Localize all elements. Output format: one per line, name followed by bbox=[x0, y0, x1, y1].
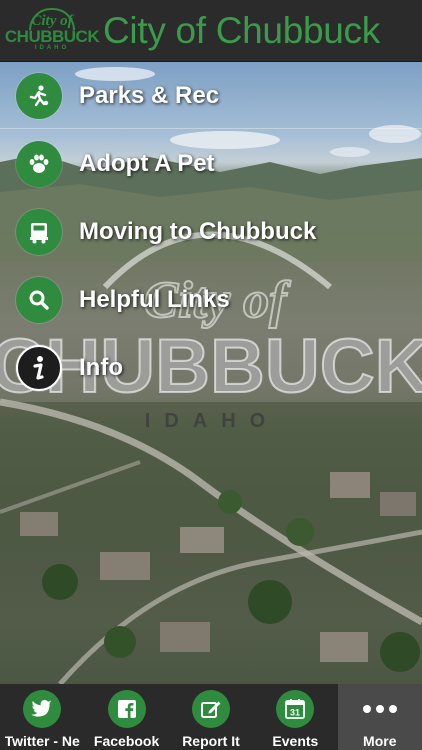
bottom-tab-bar: Twitter - Ne Facebook Report It 31 Event… bbox=[0, 684, 422, 750]
page-title: City of Chubbuck bbox=[103, 9, 380, 51]
menu-item-helpful-links[interactable]: Helpful Links bbox=[0, 266, 422, 334]
logo-sub-text: IDAHO bbox=[34, 44, 70, 51]
facebook-icon bbox=[107, 690, 146, 728]
main-menu: Parks & Rec Adopt A Pet Moving to Chubbu… bbox=[0, 62, 422, 402]
paw-icon bbox=[16, 141, 62, 187]
menu-item-moving-to-chubbuck[interactable]: Moving to Chubbuck bbox=[0, 198, 422, 266]
running-person-icon bbox=[16, 73, 62, 119]
watermark-sub-text: IDAHO bbox=[145, 410, 279, 432]
tab-label-more: More bbox=[363, 733, 397, 749]
menu-label-helpful-links: Helpful Links bbox=[79, 286, 230, 313]
city-logo: City of CHUBBUCK IDAHO bbox=[5, 6, 100, 56]
tab-label-twitter: Twitter - Ne bbox=[4, 733, 80, 749]
menu-label-moving-to-chubbuck: Moving to Chubbuck bbox=[79, 218, 317, 245]
menu-label-parks-rec: Parks & Rec bbox=[79, 82, 220, 109]
logo-main-text: CHUBBUCK bbox=[4, 26, 100, 46]
menu-item-adopt-a-pet[interactable]: Adopt A Pet bbox=[0, 130, 422, 198]
calendar-day: 31 bbox=[290, 708, 300, 718]
menu-label-info: Info bbox=[79, 354, 123, 381]
tab-facebook[interactable]: Facebook bbox=[84, 684, 168, 750]
info-icon bbox=[16, 345, 62, 391]
calendar-icon: 31 bbox=[276, 690, 315, 728]
twitter-icon bbox=[23, 690, 62, 728]
truck-icon bbox=[16, 209, 62, 255]
search-icon bbox=[16, 277, 62, 323]
menu-item-parks-rec[interactable]: Parks & Rec bbox=[0, 62, 422, 130]
menu-item-info[interactable]: Info bbox=[0, 334, 422, 402]
tab-events[interactable]: 31 Events bbox=[253, 684, 337, 750]
edit-icon bbox=[191, 690, 230, 728]
tab-label-events: Events bbox=[272, 733, 319, 749]
more-dots-icon bbox=[362, 690, 397, 728]
tab-more[interactable]: More bbox=[337, 684, 422, 750]
tab-label-facebook: Facebook bbox=[93, 733, 160, 749]
menu-label-adopt-a-pet: Adopt A Pet bbox=[79, 150, 215, 177]
app-header: City of CHUBBUCK IDAHO City of Chubbuck bbox=[0, 0, 422, 62]
logo-city-text: City of bbox=[31, 12, 73, 29]
tab-twitter[interactable]: Twitter - Ne bbox=[0, 684, 84, 750]
tab-label-report-it: Report It bbox=[182, 733, 240, 749]
tab-report-it[interactable]: Report It bbox=[169, 684, 253, 750]
